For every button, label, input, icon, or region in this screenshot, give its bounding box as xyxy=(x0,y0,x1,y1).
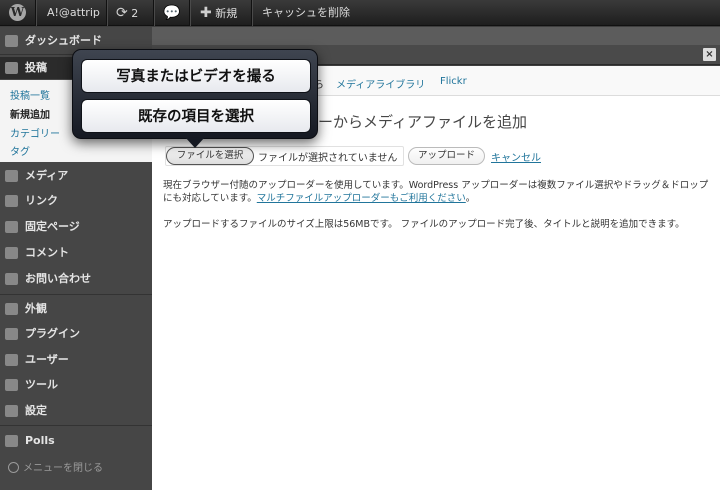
comment-icon xyxy=(5,247,18,259)
popover-arrow xyxy=(185,137,205,148)
menu-label: メディア xyxy=(25,169,69,182)
menu-settings[interactable]: 設定 xyxy=(0,400,152,422)
new-content-link[interactable]: ✚ 新規 xyxy=(200,0,237,26)
divider xyxy=(35,0,36,26)
menu-pages[interactable]: 固定ページ xyxy=(0,216,152,238)
comment-bubble-icon: 💬 xyxy=(163,5,181,21)
menu-label: ユーザー xyxy=(25,353,69,366)
menu-media[interactable]: メディア xyxy=(0,165,152,187)
choose-file-button[interactable]: ファイルを選択 xyxy=(166,147,254,165)
divider xyxy=(189,0,190,26)
cache-clear-link[interactable]: キャッシュを削除 xyxy=(262,0,350,26)
menu-plugins[interactable]: プラグイン xyxy=(0,323,152,345)
plugin-icon xyxy=(5,328,18,340)
menu-label: お問い合わせ xyxy=(25,272,91,285)
cancel-link[interactable]: キャンセル xyxy=(491,149,541,164)
tools-icon xyxy=(5,379,18,391)
wordpress-logo-icon[interactable]: W xyxy=(9,4,26,21)
menu-contact[interactable]: お問い合わせ xyxy=(0,268,152,290)
menu-separator xyxy=(0,294,152,295)
menu-label: 外観 xyxy=(25,302,47,315)
users-icon xyxy=(5,354,18,366)
comments-link[interactable]: 💬 xyxy=(163,0,180,26)
tab-flickr[interactable]: Flickr xyxy=(440,76,467,87)
menu-appearance[interactable]: 外観 xyxy=(0,298,152,320)
refresh-icon: ⟳ xyxy=(116,5,128,21)
divider xyxy=(106,0,107,26)
submenu-tags[interactable]: タグ xyxy=(10,143,30,158)
ios-file-picker-popover: 写真またはビデオを撮る 既存の項目を選択 xyxy=(72,49,318,139)
upload-button[interactable]: アップロード xyxy=(408,147,485,165)
polls-icon xyxy=(5,435,18,447)
upload-size-info: アップロードするファイルのサイズ上限は56MBです。 ファイルのアップロード完了… xyxy=(163,219,685,230)
divider xyxy=(251,0,252,26)
submenu-categories[interactable]: カテゴリー xyxy=(10,125,60,140)
updates-link[interactable]: ⟳ 2 xyxy=(116,0,138,26)
pushpin-icon xyxy=(5,62,18,74)
menu-comments[interactable]: コメント xyxy=(0,242,152,264)
multi-file-uploader-link[interactable]: マルチファイルアップローダーもご利用ください xyxy=(257,193,466,204)
menu-label: 固定ページ xyxy=(25,220,80,233)
menu-label: 設定 xyxy=(25,404,47,417)
menu-label: ダッシュボード xyxy=(25,34,102,47)
menu-label: プラグイン xyxy=(25,327,80,340)
page-header-behind-modal xyxy=(152,27,720,45)
choose-existing-option[interactable]: 既存の項目を選択 xyxy=(81,99,311,133)
link-icon xyxy=(5,195,18,207)
modal-heading: ーからメディアファイルを追加 xyxy=(318,113,527,131)
submenu-all-posts[interactable]: 投稿一覧 xyxy=(10,87,50,102)
site-name-link[interactable]: A!@attrip xyxy=(47,0,100,26)
page-icon xyxy=(5,221,18,233)
take-photo-video-option[interactable]: 写真またはビデオを撮る xyxy=(81,59,311,93)
menu-label: リンク xyxy=(25,194,58,207)
appearance-icon xyxy=(5,303,18,315)
menu-label: 投稿 xyxy=(25,61,47,74)
menu-label: Polls xyxy=(25,434,55,447)
updates-count: 2 xyxy=(131,7,139,20)
collapse-arrow-icon xyxy=(8,462,19,473)
uploader-info-end: 。 xyxy=(465,193,476,204)
uploader-info: 現在ブラウザー付随のアップローダーを使用しています。WordPress アップロ… xyxy=(163,179,711,205)
settings-icon xyxy=(5,405,18,417)
menu-separator xyxy=(0,425,152,426)
plus-icon: ✚ xyxy=(200,5,212,21)
menu-label: ツール xyxy=(25,378,58,391)
menu-polls[interactable]: Polls xyxy=(0,430,152,452)
new-label: 新規 xyxy=(215,7,238,20)
collapse-label: メニューを閉じる xyxy=(23,463,103,474)
admin-bar: W A!@attrip ⟳ 2 💬 ✚ 新規 キャッシュを削除 xyxy=(0,0,720,26)
media-icon xyxy=(5,170,18,182)
menu-users[interactable]: ユーザー xyxy=(0,349,152,371)
collapse-menu-button[interactable]: メニューを閉じる xyxy=(8,459,103,474)
close-icon[interactable]: × xyxy=(703,48,716,61)
menu-label: コメント xyxy=(25,246,69,259)
tab-media-library[interactable]: メディアライブラリ xyxy=(336,76,425,91)
submenu-add-new[interactable]: 新規追加 xyxy=(10,106,50,121)
menu-links[interactable]: リンク xyxy=(0,190,152,212)
menu-tools[interactable]: ツール xyxy=(0,374,152,396)
no-file-text: ファイルが選択されていません xyxy=(258,153,398,164)
contact-form-icon xyxy=(5,273,18,285)
divider xyxy=(153,0,154,26)
dashboard-icon xyxy=(5,35,18,47)
